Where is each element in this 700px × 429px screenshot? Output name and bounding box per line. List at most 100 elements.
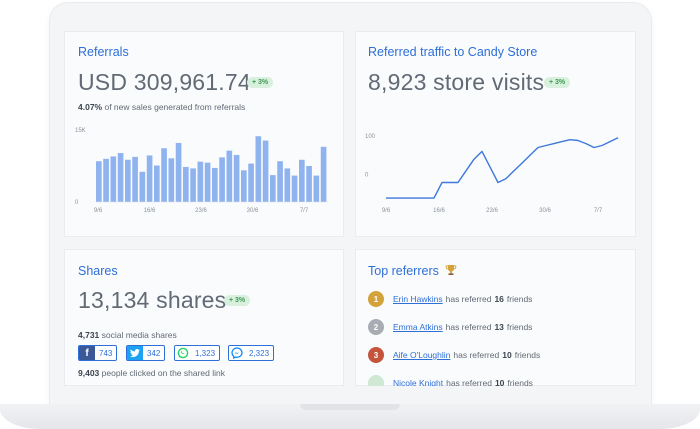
chart-bar: [248, 163, 254, 202]
chart-bar: [154, 165, 160, 202]
chart-bar: [125, 159, 131, 202]
x-tick-label: 9/6: [382, 208, 391, 214]
traffic-title: Referred traffic to Candy Store: [368, 45, 538, 59]
referrer-count: 13: [494, 322, 504, 332]
chart-bar: [233, 154, 240, 202]
chart-bar: [219, 157, 225, 202]
x-tick-label: 16/6: [144, 208, 156, 214]
chart-bar: [183, 166, 189, 202]
messenger-share-button[interactable]: 2,323: [228, 345, 275, 361]
referrer-row: 1 Erin Hawkins has referred 16 friends: [368, 291, 532, 307]
referrer-name-link[interactable]: Nicole Knight: [393, 378, 443, 386]
chart-bar: [291, 175, 298, 202]
traffic-growth-badge: + 3%: [544, 77, 571, 88]
chart-bar: [212, 167, 218, 202]
chart-bar: [262, 140, 269, 202]
series-line: [386, 137, 619, 199]
chart-bar: [161, 148, 167, 202]
referrer-row: 3 Aife O'Loughlin has referred 10 friend…: [368, 347, 540, 363]
x-tick-label: 7/7: [594, 208, 603, 214]
chart-bar: [299, 159, 305, 202]
referrer-name-link[interactable]: Emma Atkins: [393, 322, 443, 332]
whatsapp-share-button[interactable]: 1,323: [174, 345, 221, 361]
chart-bar: [320, 146, 327, 202]
whatsapp-count: 1,323: [195, 348, 216, 358]
clicked-count: 9,403: [78, 368, 100, 378]
bronze-medal-icon: 3: [368, 347, 384, 363]
chart-bar: [190, 168, 196, 202]
silver-medal-icon: 2: [368, 319, 384, 335]
referrer-name-link[interactable]: Aife O'Loughlin: [393, 350, 450, 360]
referrals-subtitle: 4.07% of new sales generated from referr…: [78, 102, 245, 112]
referrer-count: 10: [494, 378, 505, 386]
chart-bar: [270, 175, 276, 202]
chart-bar: [132, 156, 138, 202]
chart-bar: [117, 153, 124, 202]
referrals-growth-badge: + 3%: [247, 77, 274, 88]
shares-growth-badge: + 3%: [224, 295, 251, 306]
referrer-end-text: friends: [507, 378, 533, 386]
facebook-share-button[interactable]: f 743: [78, 345, 118, 361]
shares-title: Shares: [78, 264, 118, 278]
chart-bar: [255, 136, 262, 202]
chart-bar: [168, 158, 175, 202]
x-tick-label: 30/6: [247, 208, 259, 214]
x-tick-label: 9/6: [94, 208, 103, 214]
x-tick-label: 23/6: [486, 208, 498, 214]
top-referrers-title: Top referrers: [368, 264, 457, 279]
referrer-name-link[interactable]: Erin Hawkins: [393, 294, 443, 304]
medal-rank: 3: [373, 350, 379, 360]
referrer-row: 2 Emma Atkins has referred 13 friends: [368, 319, 532, 335]
y-tick-label: 15K: [75, 128, 86, 134]
chart-bar: [226, 150, 233, 202]
chart-bar: [197, 161, 204, 202]
facebook-icon: f: [79, 346, 95, 360]
social-shares-text: social media shares: [101, 330, 177, 340]
y-tick-label: 100: [365, 134, 376, 140]
chart-bar: [241, 170, 247, 202]
shares-total: 13,134 shares: [78, 287, 227, 313]
referrer-mid-text: has referred: [445, 322, 492, 332]
referrer-row: Nicole Knight has referred 10 friends: [368, 375, 533, 386]
x-tick-label: 7/7: [300, 208, 309, 214]
facebook-count: 743: [99, 348, 113, 358]
clicked-text: people clicked on the shared link: [101, 368, 225, 378]
traffic-line-chart: 100 0 9/6 16/6 23/6 30/6 7/7: [365, 134, 619, 214]
messenger-icon: [229, 346, 245, 360]
referrals-sub-text: of new sales generated from referrals: [104, 102, 246, 112]
referrer-count: 10: [502, 350, 512, 360]
referrer-end-text: friends: [514, 350, 541, 360]
chart-bar: [139, 171, 146, 202]
top-referrers-title-text: Top referrers: [368, 264, 439, 278]
referrer-mid-text: has referred: [453, 350, 500, 360]
chart-bar: [175, 142, 182, 202]
twitter-count: 342: [147, 348, 161, 358]
chart-bar: [204, 162, 211, 202]
traffic-visits: 8,923 store visits: [368, 69, 545, 95]
medal-rank: 2: [373, 322, 379, 332]
x-tick-label: 30/6: [539, 208, 551, 214]
referrals-sub-pct: 4.07%: [78, 102, 103, 112]
chart-bar: [313, 175, 320, 202]
medal-rank: 1: [373, 294, 379, 304]
x-tick-label: 23/6: [195, 208, 207, 214]
referrer-mid-text: has referred: [446, 378, 492, 386]
y-tick-label: 0: [365, 173, 369, 179]
chart-bar: [306, 166, 312, 202]
clicked-line: 9,403 people clicked on the shared link: [78, 368, 225, 378]
chart-bar: [277, 161, 283, 202]
social-shares-count: 4,731: [78, 330, 100, 340]
referrer-count: 16: [494, 294, 504, 304]
gold-medal-icon: 1: [368, 291, 384, 307]
twitter-share-button[interactable]: 342: [126, 345, 166, 361]
chart-bar: [103, 158, 109, 202]
referrals-bar-chart: 15K 0 9/6 16/6 23/6 30/6 7/7: [75, 128, 328, 214]
twitter-icon: [127, 346, 143, 360]
laptop-notch: [300, 404, 400, 410]
referrer-end-text: friends: [506, 294, 533, 304]
chart-bar: [96, 161, 102, 202]
trophy-icon: [445, 264, 457, 279]
chart-bar: [146, 155, 153, 202]
referrals-title: Referrals: [78, 45, 129, 59]
chart-bar: [284, 168, 291, 202]
